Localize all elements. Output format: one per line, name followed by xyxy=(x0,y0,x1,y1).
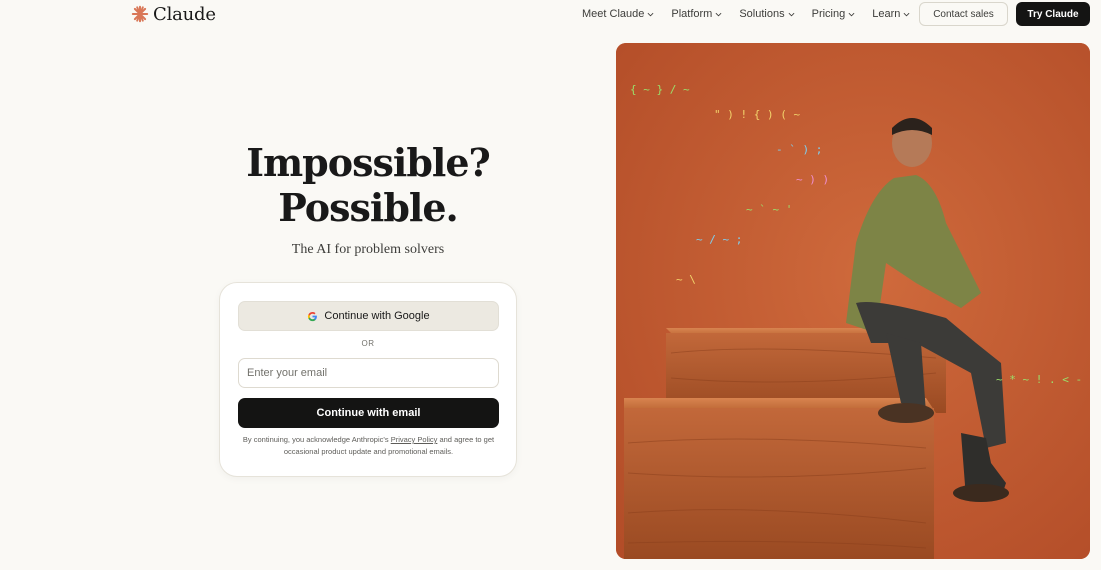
google-icon xyxy=(308,311,318,321)
legal-notice: By continuing, you acknowledge Anthropic… xyxy=(232,434,505,458)
google-button-label: Continue with Google xyxy=(324,310,430,322)
or-divider: OR xyxy=(361,339,375,348)
hero-title: Impossible? Possible. xyxy=(218,140,518,230)
hero-photo: { ~ } / ~ " ) ! { ) ( ~ - ` ) ; ~ ) ) ~ … xyxy=(616,43,1090,559)
brand-name: Claude xyxy=(153,3,216,25)
try-claude-button[interactable]: Try Claude xyxy=(1016,2,1090,26)
privacy-policy-link[interactable]: Privacy Policy xyxy=(391,435,438,444)
nav-label: Learn xyxy=(872,8,901,20)
main-nav: Meet Claude Platform Solutions Pricing L… xyxy=(582,6,910,22)
nav-pricing[interactable]: Pricing xyxy=(812,8,856,20)
chevron-down-icon xyxy=(788,12,795,16)
svg-text:" ) ! { ) ( ~: " ) ! { ) ( ~ xyxy=(714,108,800,121)
hero-illustration: { ~ } / ~ " ) ! { ) ( ~ - ` ) ; ~ ) ) ~ … xyxy=(616,43,1090,559)
chevron-down-icon xyxy=(647,12,654,16)
nav-learn[interactable]: Learn xyxy=(872,8,910,20)
signup-card: Continue with Google OR Continue with em… xyxy=(219,282,517,477)
chevron-down-icon xyxy=(903,12,910,16)
nav-platform[interactable]: Platform xyxy=(671,8,722,20)
svg-text:~ \: ~ \ xyxy=(676,273,696,286)
svg-text:{ ~ } / ~: { ~ } / ~ xyxy=(630,83,690,96)
nav-label: Platform xyxy=(671,8,713,20)
continue-with-email-button[interactable]: Continue with email xyxy=(238,398,499,428)
claude-asterisk-icon xyxy=(131,5,149,23)
hero-title-line1: Impossible? xyxy=(246,140,491,185)
nav-meet-claude[interactable]: Meet Claude xyxy=(582,8,654,20)
svg-text:~ ` ~ ': ~ ` ~ ' xyxy=(746,203,792,216)
svg-text:~ ) ): ~ ) ) xyxy=(796,173,829,186)
hero-subtitle: The AI for problem solvers xyxy=(291,242,445,257)
email-input[interactable] xyxy=(238,358,499,388)
nav-label: Meet Claude xyxy=(582,8,645,20)
nav-solutions[interactable]: Solutions xyxy=(739,8,795,20)
chevron-down-icon xyxy=(848,12,855,16)
claude-logo[interactable]: Claude xyxy=(131,3,216,25)
svg-text:~ / ~ ;: ~ / ~ ; xyxy=(696,233,742,246)
continue-with-google-button[interactable]: Continue with Google xyxy=(238,301,499,331)
svg-text:~ * ~ ! . < -: ~ * ~ ! . < - xyxy=(996,373,1082,386)
svg-text:- ` ) ;: - ` ) ; xyxy=(776,143,822,156)
legal-prefix: By continuing, you acknowledge Anthropic… xyxy=(242,435,389,444)
nav-label: Solutions xyxy=(739,8,785,20)
nav-label: Pricing xyxy=(811,8,846,20)
chevron-down-icon xyxy=(715,12,722,16)
contact-sales-button[interactable]: Contact sales xyxy=(919,2,1008,26)
hero-title-line2: Possible. xyxy=(278,185,459,230)
